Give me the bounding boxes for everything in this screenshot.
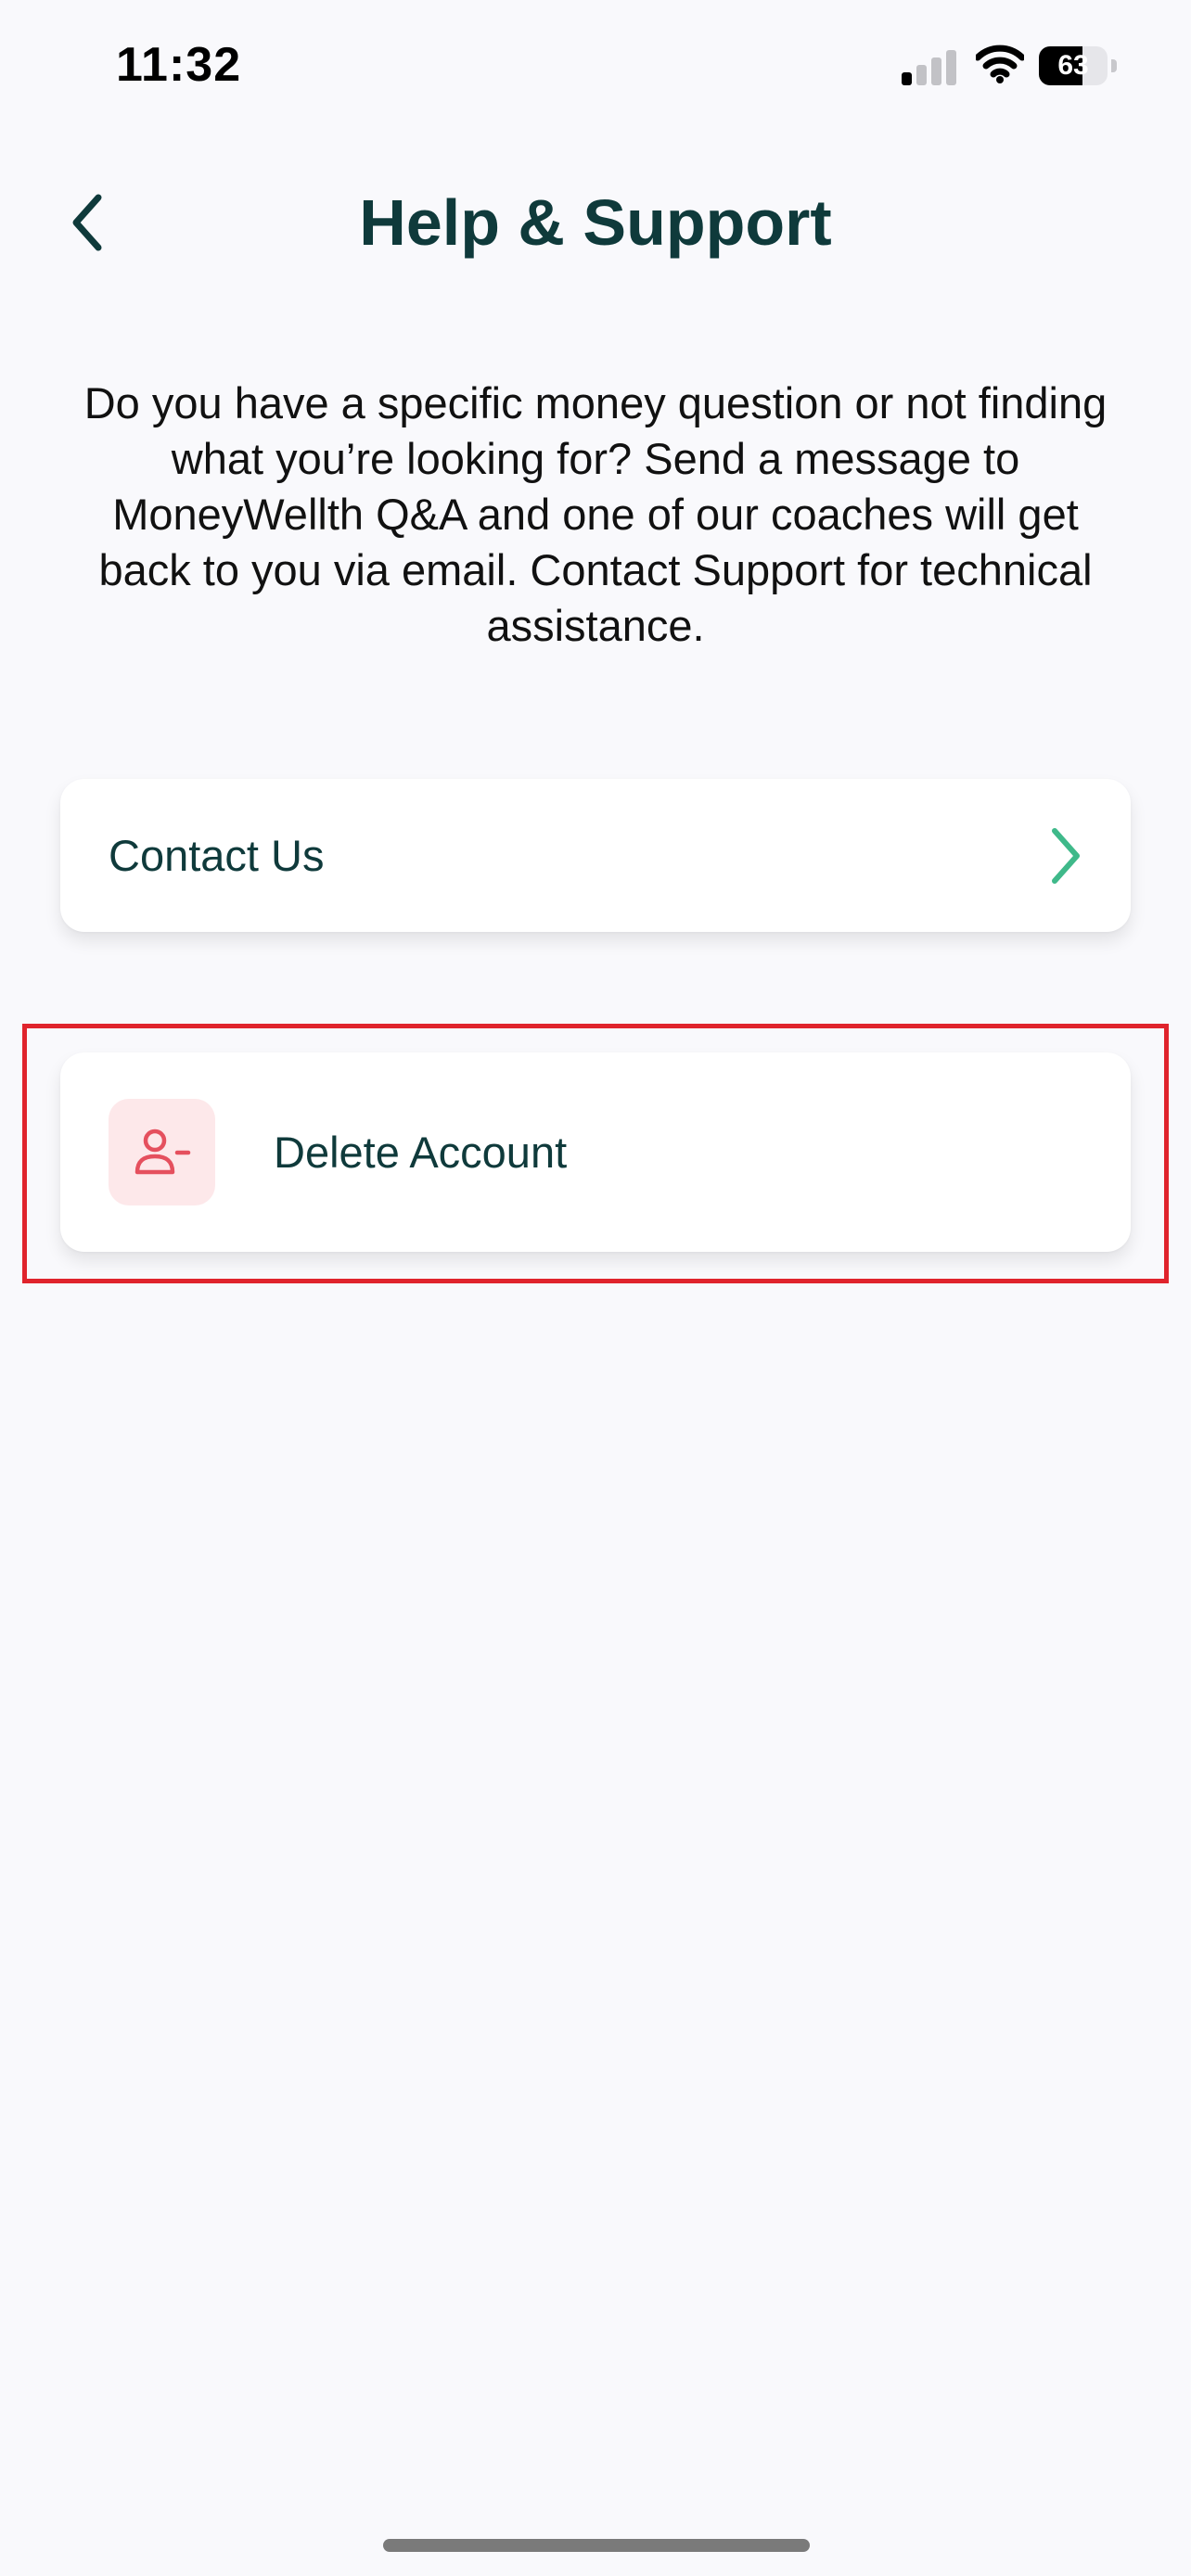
delete-account-icon-box bbox=[109, 1099, 215, 1205]
page-title: Help & Support bbox=[359, 186, 832, 259]
battery-icon: 63 bbox=[1039, 46, 1119, 85]
back-button[interactable] bbox=[46, 181, 130, 264]
battery-level: 63 bbox=[1057, 50, 1089, 81]
delete-account-label: Delete Account bbox=[274, 1128, 568, 1177]
battery-nub bbox=[1111, 59, 1117, 72]
help-description: Do you have a specific money question or… bbox=[83, 378, 1108, 650]
status-bar: 11:32 63 bbox=[0, 0, 1191, 139]
status-time: 11:32 bbox=[116, 38, 242, 92]
signal-bar bbox=[931, 57, 941, 85]
delete-account-button[interactable]: Delete Account bbox=[60, 1052, 1131, 1252]
signal-bar bbox=[946, 50, 956, 85]
wifi-icon bbox=[974, 45, 1026, 83]
navigation-bar: Help & Support bbox=[0, 158, 1191, 287]
chevron-right-icon bbox=[1052, 828, 1080, 884]
chevron-left-icon bbox=[72, 194, 102, 251]
signal-bar bbox=[902, 72, 912, 85]
home-indicator[interactable] bbox=[383, 2539, 810, 2552]
user-minus-icon bbox=[134, 1129, 190, 1174]
signal-bar bbox=[916, 65, 927, 85]
contact-us-button[interactable]: Contact Us bbox=[60, 779, 1131, 932]
cellular-signal-icon bbox=[902, 48, 957, 85]
battery-body: 63 bbox=[1039, 46, 1108, 85]
contact-us-label: Contact Us bbox=[109, 831, 325, 880]
